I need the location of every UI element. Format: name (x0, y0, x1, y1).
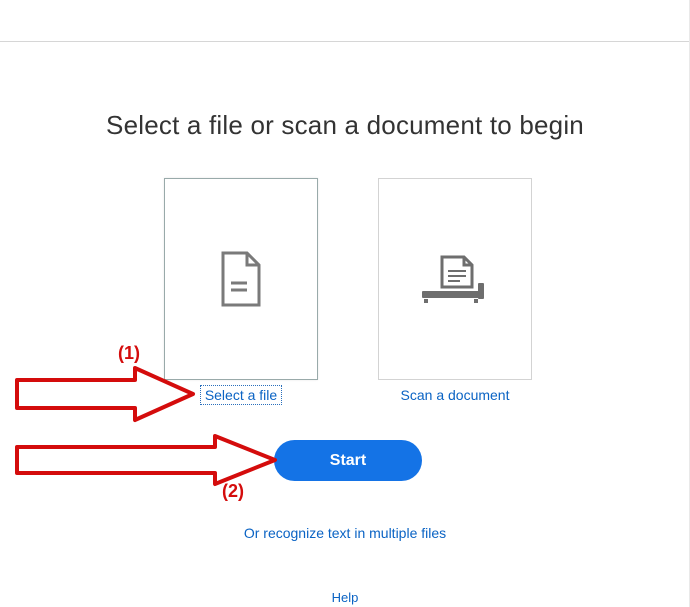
annotation-2-arrow (15, 433, 277, 487)
page-title: Select a file or scan a document to begi… (0, 110, 690, 141)
select-file-label-text: Select a file (200, 385, 282, 405)
scan-document-label[interactable]: Scan a document (378, 387, 532, 403)
start-button-label: Start (330, 452, 366, 470)
select-file-option[interactable] (164, 178, 318, 380)
scan-document-label-text: Scan a document (401, 387, 510, 403)
divider-top (0, 41, 690, 42)
scan-document-option[interactable] (378, 178, 532, 380)
help-link[interactable]: Help (0, 590, 690, 605)
start-button[interactable]: Start (274, 440, 422, 481)
annotation-1-label: (1) (118, 343, 140, 364)
annotation-1-arrow (15, 364, 195, 424)
scanner-icon (420, 249, 490, 309)
document-icon (217, 251, 265, 307)
recognize-multiple-files-link[interactable]: Or recognize text in multiple files (0, 525, 690, 541)
